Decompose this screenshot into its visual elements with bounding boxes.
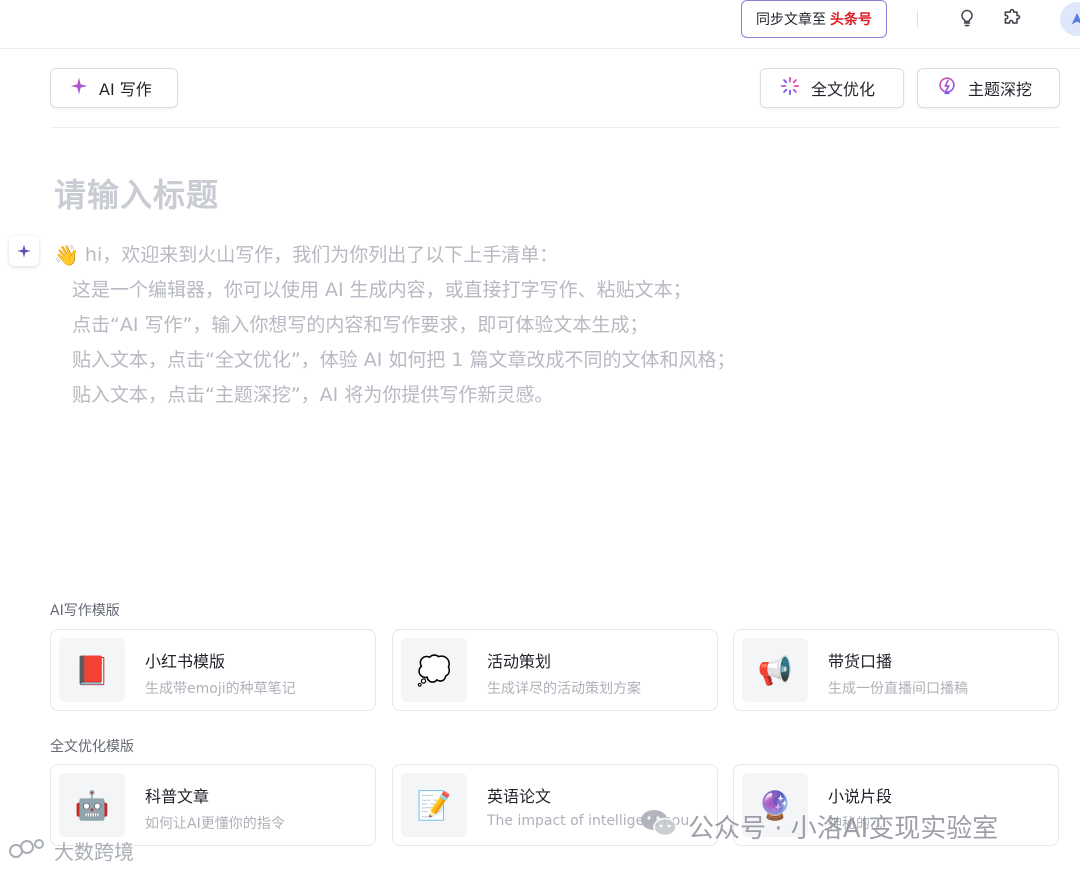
sparkle-icon — [17, 244, 31, 258]
optimize-template-section-title: 全文优化模版 — [50, 739, 134, 755]
sync-label: 同步文章至 — [756, 12, 826, 28]
avatar[interactable] — [1060, 2, 1080, 36]
template-card-xiaohongshu[interactable]: 📕 小红书模版 生成带emoji的种草笔记 — [50, 629, 376, 711]
intro-line: 👋 hi，欢迎来到火山写作，我们为你列出了以下上手清单： — [54, 238, 736, 273]
puzzle-icon[interactable] — [1000, 6, 1024, 30]
ai-write-button[interactable]: AI 写作 — [50, 68, 178, 108]
checklist-item: 贴入文本，点击“主题深挖”，AI 将为你提供写作新灵感。 — [72, 384, 554, 406]
robot-icon: 🤖 — [59, 773, 125, 837]
editor-body[interactable]: 👋 hi，欢迎来到火山写作，我们为你列出了以下上手清单： 这是一个编辑器，你可以… — [54, 238, 736, 413]
top-divider — [917, 11, 918, 27]
megaphone-icon: 📢 — [742, 638, 808, 702]
bulb-spark-icon — [936, 75, 958, 101]
card-title: 活动策划 — [487, 652, 552, 671]
template-card-event-planning[interactable]: 💭 活动策划 生成详尽的活动策划方案 — [392, 629, 718, 711]
red-book-icon: 📕 — [59, 638, 125, 702]
top-bar: 同步文章至 头条号 — [0, 0, 1080, 49]
lightbulb-icon[interactable] — [955, 6, 979, 30]
ai-sparkle-trigger-button[interactable] — [9, 236, 39, 266]
full-optimize-label: 全文优化 — [811, 80, 876, 99]
brand-watermark: 大数跨境 — [8, 836, 134, 865]
sparkle-icon — [69, 76, 89, 100]
card-desc: 生成一份直播间口播稿 — [828, 681, 968, 697]
sync-to-toutiao-button[interactable]: 同步文章至 头条号 — [741, 0, 887, 38]
burst-icon — [779, 75, 801, 101]
checklist-item: 贴入文本，点击“全文优化”，体验 AI 如何把 1 篇文章改成不同的文体和风格； — [72, 349, 736, 371]
memo-icon: 📝 — [401, 773, 467, 837]
card-desc: 如何让AI更懂你的指令 — [145, 816, 285, 832]
intro-text: hi，欢迎来到火山写作，我们为你列出了以下上手清单： — [84, 244, 559, 266]
wechat-watermark: 公众号 · 小洛AI变现实验室 — [640, 808, 998, 845]
card-desc: 生成详尽的活动策划方案 — [487, 681, 641, 697]
topic-dig-button[interactable]: 主题深挖 — [917, 68, 1060, 108]
checklist-item: 点击“AI 写作”，输入你想写的内容和写作要求，即可体验文本生成； — [72, 314, 649, 336]
watermark-text: 大数跨境 — [54, 840, 134, 864]
card-desc: 生成带emoji的种草笔记 — [145, 681, 296, 697]
toolbar-divider — [50, 127, 1059, 128]
card-title: 科普文章 — [145, 787, 210, 806]
card-title: 小红书模版 — [145, 652, 226, 671]
checklist-item: 这是一个编辑器，你可以使用 AI 生成内容，或直接打字写作、粘贴文本； — [72, 279, 692, 301]
template-card-live-selling[interactable]: 📢 带货口播 生成一份直播间口播稿 — [733, 629, 1059, 711]
toutiao-brand: 头条号 — [830, 12, 872, 28]
ai-write-label: AI 写作 — [99, 80, 152, 99]
wechat-icon — [640, 808, 678, 845]
watermark-text: 公众号 · 小洛AI变现实验室 — [688, 814, 999, 844]
title-input[interactable]: 请输入标题 — [54, 170, 219, 216]
template-card-popular-science[interactable]: 🤖 科普文章 如何让AI更懂你的指令 — [50, 764, 376, 846]
card-title: 带货口播 — [828, 652, 893, 671]
topic-dig-label: 主题深挖 — [968, 80, 1033, 99]
thought-bubble-icon: 💭 — [401, 638, 467, 702]
watermark-logo-icon — [8, 837, 48, 864]
waving-hand-icon: 👋 — [54, 243, 79, 267]
card-title: 英语论文 — [487, 787, 552, 806]
full-optimize-button[interactable]: 全文优化 — [760, 68, 904, 108]
card-title: 小说片段 — [828, 787, 893, 806]
ai-template-section-title: AI写作模版 — [50, 603, 120, 619]
